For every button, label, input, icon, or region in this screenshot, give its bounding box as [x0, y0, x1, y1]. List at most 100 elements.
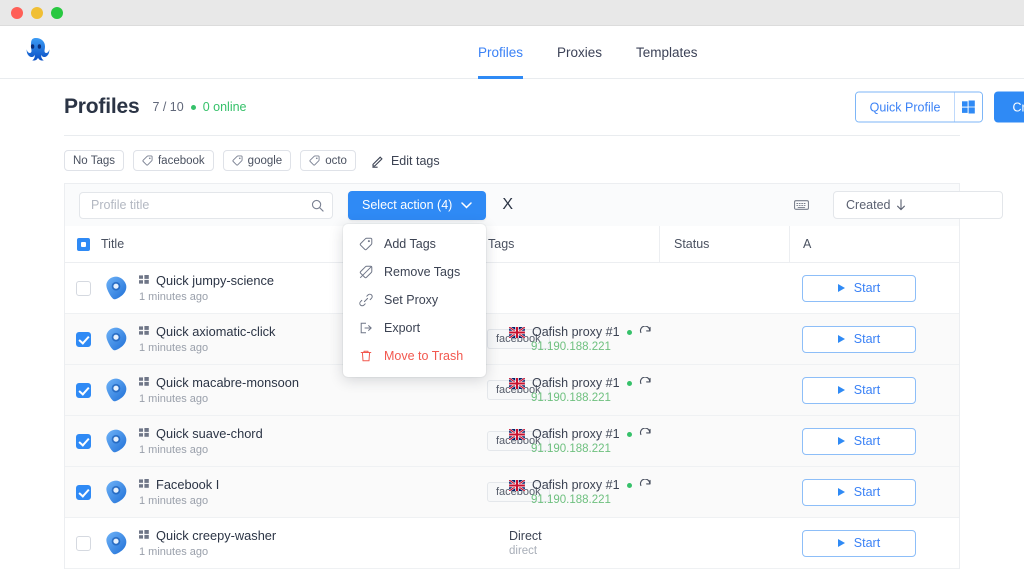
row-proxy-ip: 91.190.188.221: [531, 392, 611, 404]
flag-gb-icon: [509, 479, 525, 491]
row-checkbox[interactable]: [75, 280, 91, 296]
row-actions-cell: Start: [789, 325, 959, 353]
dropdown-item-move-to-trash[interactable]: Move to Trash: [343, 342, 486, 370]
keyboard-icon[interactable]: [794, 199, 809, 211]
row-checkbox-cell: [65, 535, 101, 551]
refresh-icon: [639, 427, 651, 435]
table-row: Quick macabre-monsoon 1 minutes ago Oafish…: [65, 365, 959, 416]
search-box[interactable]: [79, 191, 333, 219]
start-profile-button[interactable]: Start: [802, 529, 916, 557]
sort-label: Created: [846, 198, 891, 212]
tag-filter-facebook[interactable]: facebook: [132, 150, 214, 171]
row-title-line: Quick jumpy-science: [139, 273, 274, 288]
dropdown-item-remove-tags[interactable]: Remove Tags: [343, 258, 486, 286]
start-profile-button[interactable]: Start: [802, 376, 916, 404]
edit-tags-button[interactable]: Edit tags: [371, 154, 440, 168]
row-title-line: Facebook I: [139, 477, 219, 492]
row-proxy: Oafish proxy #1 91.190.188.221: [509, 427, 652, 455]
quick-profile-os-button[interactable]: [954, 92, 983, 122]
select-action-button[interactable]: Select action (4): [348, 190, 487, 220]
minimize-window-button[interactable]: [31, 6, 43, 19]
select-action-label: Select action (4): [362, 198, 453, 212]
start-profile-button[interactable]: Start: [802, 427, 916, 455]
play-icon: [837, 488, 845, 496]
table-row: Quick suave-chord 1 minutes ago Oafish pro…: [65, 416, 959, 467]
column-header-status[interactable]: Status: [659, 225, 789, 263]
row-checkbox[interactable]: [75, 535, 91, 551]
page-title: Profiles: [64, 95, 140, 118]
table-row: Quick creepy-washer 1 minutes ago Direct di…: [65, 518, 959, 569]
toolbar-right-group: Created: [794, 191, 1003, 219]
row-proxy-ip: 91.190.188.221: [531, 443, 611, 455]
grid-dots-icon: [139, 377, 149, 386]
online-count-label: 0 online: [202, 100, 247, 114]
row-proxy: Direct direct: [509, 529, 542, 557]
row-checkbox-cell: [65, 331, 101, 347]
row-checkbox[interactable]: [75, 484, 91, 500]
play-icon: [837, 284, 845, 292]
row-actions-wrap: Start: [789, 427, 959, 455]
column-header-tags[interactable]: Tags: [473, 225, 659, 263]
row-actions-cell: Start: [789, 478, 959, 506]
profile-avatar-icon: [106, 480, 127, 504]
start-profile-button[interactable]: Start: [802, 478, 916, 506]
row-actions-cell: Start: [789, 427, 959, 455]
dropdown-item-export[interactable]: Export: [343, 314, 486, 342]
row-proxy: Oafish proxy #1 91.190.188.221: [509, 478, 652, 506]
row-checkbox[interactable]: [75, 433, 91, 449]
maximize-window-button[interactable]: [51, 6, 63, 19]
refresh-icon: [639, 325, 651, 333]
row-proxy-top: Oafish proxy #1: [509, 427, 652, 441]
flag-gb-icon: [509, 377, 525, 389]
quick-profile-button[interactable]: Quick Profile: [855, 92, 955, 122]
row-actions-wrap: Start: [789, 376, 959, 404]
tag-icon: [142, 155, 153, 166]
profile-avatar-icon: [106, 276, 127, 300]
row-proxy-top: Oafish proxy #1: [509, 325, 652, 339]
tag-filter-google[interactable]: google: [222, 150, 292, 171]
row-title-line: Quick axiomatic-click: [139, 324, 275, 339]
table-row: Facebook I 1 minutes ago Oafish proxy #1 91…: [65, 467, 959, 518]
dropdown-item-add-tags[interactable]: Add Tags: [343, 230, 486, 258]
row-timestamp: 1 minutes ago: [139, 342, 209, 354]
nav-tab-profiles-label: Profiles: [478, 44, 524, 60]
row-actions-cell: Start: [789, 529, 959, 557]
flag-gb-icon: [509, 428, 525, 440]
tag-filter-no-tags[interactable]: No Tags: [64, 150, 124, 171]
close-window-button[interactable]: [11, 6, 23, 19]
row-title-label: Facebook I: [156, 477, 220, 492]
row-proxy-ip: 91.190.188.221: [531, 341, 611, 353]
tag-filter-octo[interactable]: octo: [300, 150, 356, 171]
octo-browser-logo-icon: [18, 35, 54, 69]
table-toolbar: Select action (4) X Created: [64, 183, 1003, 226]
search-icon[interactable]: [311, 199, 324, 212]
row-checkbox[interactable]: [75, 331, 91, 347]
row-proxy-name: Oafish proxy #1: [532, 478, 620, 492]
row-checkbox[interactable]: [75, 382, 91, 398]
tag-filter-row: No Tags facebook google octo Edit tags: [0, 136, 1024, 183]
play-icon: [837, 539, 845, 547]
start-profile-button[interactable]: Start: [802, 274, 916, 302]
sort-select[interactable]: Created: [833, 191, 1003, 219]
grid-dots-icon: [139, 326, 149, 335]
nav-tab-proxies[interactable]: Proxies: [557, 26, 602, 79]
grid-dots-icon: [139, 530, 149, 539]
row-title-wrap: Quick jumpy-science 1 minutes ago: [139, 273, 274, 303]
column-header-actions[interactable]: A: [789, 225, 959, 263]
create-profile-button[interactable]: Create: [994, 91, 1024, 123]
nav-tab-profiles[interactable]: Profiles: [478, 26, 524, 79]
row-title-cell: Quick suave-chord 1 minutes ago: [101, 426, 473, 456]
clear-selection-button[interactable]: X: [502, 197, 513, 213]
search-input[interactable]: [91, 198, 311, 212]
start-profile-button[interactable]: Start: [802, 325, 916, 353]
nav-tab-templates[interactable]: Templates: [636, 26, 698, 79]
tag-off-icon: [359, 265, 373, 279]
refresh-icon: [639, 376, 651, 384]
profile-avatar-icon: [106, 327, 127, 351]
dropdown-item-set-proxy[interactable]: Set Proxy: [343, 286, 486, 314]
select-all-checkbox[interactable]: [65, 237, 101, 251]
tag-icon: [232, 155, 243, 166]
row-title-wrap: Quick axiomatic-click 1 minutes ago: [139, 324, 275, 354]
profile-avatar-icon: [106, 429, 127, 453]
row-title-wrap: Quick creepy-washer 1 minutes ago: [139, 528, 276, 558]
